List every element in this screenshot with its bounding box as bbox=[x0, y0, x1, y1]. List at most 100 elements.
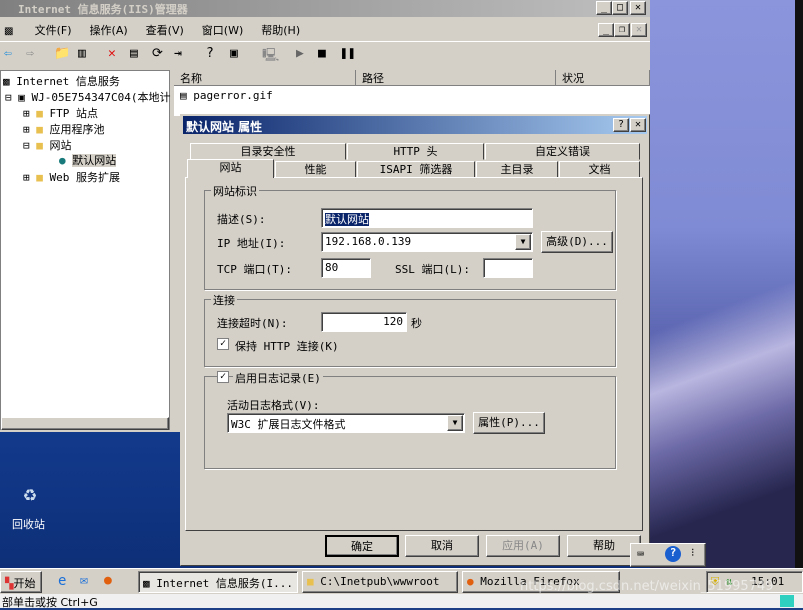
wallpaper-mountain bbox=[650, 210, 795, 568]
app-icon: ▩ bbox=[4, 26, 17, 37]
tab-documents[interactable]: 文档 bbox=[559, 161, 640, 178]
window-title: Internet 信息服务(IIS)管理器 bbox=[0, 0, 650, 17]
dialog-title: 默认网站 属性 bbox=[183, 116, 647, 134]
watermark: https://blog.csdn.net/weixin_51995749 bbox=[520, 579, 774, 594]
outlook-express-icon[interactable]: ✉ bbox=[80, 573, 88, 588]
tcp-port-input[interactable]: 80 bbox=[321, 258, 371, 278]
stop-icon[interactable]: ■ bbox=[318, 46, 326, 61]
column-name[interactable]: 名称 bbox=[174, 70, 356, 86]
cancel-button[interactable]: 取消 bbox=[405, 535, 479, 557]
chevron-down-icon[interactable]: ▼ bbox=[515, 234, 531, 250]
tab-home-directory[interactable]: 主目录 bbox=[476, 161, 558, 178]
tree-item-default-site[interactable]: ● 默认网站 bbox=[59, 152, 117, 168]
recycle-bin-label[interactable]: 回收站 bbox=[12, 516, 45, 532]
language-bar: ⌨ ? ⁝ bbox=[630, 543, 706, 567]
computer-icon[interactable]: 🖳 bbox=[262, 46, 279, 68]
log-format-select[interactable]: W3C 扩展日志文件格式 ▼ bbox=[227, 413, 465, 433]
tree-item-websites[interactable]: ⊟ ■ 网站 bbox=[23, 137, 72, 153]
list-item[interactable]: ▤ pagerror.gif bbox=[180, 89, 273, 102]
start-button[interactable]: ▚开始 bbox=[0, 571, 42, 593]
tab-custom-errors[interactable]: 自定义错误 bbox=[485, 143, 640, 160]
tree-item-web-extensions[interactable]: ⊞ ■ Web 服务扩展 bbox=[23, 169, 120, 185]
up-folder-icon[interactable]: 📁 bbox=[54, 46, 70, 61]
tab-website[interactable]: 网站 bbox=[187, 159, 274, 178]
tray-color-swatch bbox=[780, 595, 794, 607]
column-path[interactable]: 路径 bbox=[356, 70, 556, 86]
tree-item-ftp[interactable]: ⊞ ■ FTP 站点 bbox=[23, 105, 98, 121]
properties-icon[interactable]: ▤ bbox=[130, 46, 138, 61]
connection-legend: 连接 bbox=[211, 292, 237, 308]
action-pane-icon[interactable]: ▣ bbox=[230, 46, 238, 61]
tcp-port-label: TCP 端口(T): bbox=[217, 263, 292, 276]
help-icon[interactable]: ? bbox=[665, 546, 681, 562]
ssl-port-label: SSL 端口(L): bbox=[395, 263, 470, 276]
timeout-input[interactable]: 120 bbox=[321, 312, 407, 332]
dialog-close-button[interactable]: ✕ bbox=[630, 118, 646, 132]
pause-icon[interactable]: ❚❚ bbox=[340, 46, 356, 61]
logging-group: ✓ 启用日志记录(E) 活动日志格式(V): W3C 扩展日志文件格式 ▼ 属性(… bbox=[204, 370, 616, 469]
show-tree-icon[interactable]: ▥ bbox=[78, 46, 86, 61]
menu-window[interactable]: 窗口(W) bbox=[202, 24, 243, 37]
timeout-label: 连接超时(N): bbox=[217, 317, 288, 330]
enable-logging-checkbox[interactable]: ✓ bbox=[217, 371, 229, 383]
ip-address-select[interactable]: 192.168.0.139 ▼ bbox=[321, 232, 533, 252]
maximize-button[interactable]: □ bbox=[612, 1, 628, 15]
child-close-button[interactable]: ✕ bbox=[631, 23, 647, 37]
task-iis-manager[interactable]: ▩ Internet 信息服务(I... bbox=[138, 571, 298, 593]
firefox-icon[interactable]: ● bbox=[104, 573, 112, 588]
background-window-edge bbox=[795, 0, 803, 568]
task-explorer-wwwroot[interactable]: ■ C:\Inetpub\wwwroot bbox=[302, 571, 458, 593]
ie-icon[interactable]: e bbox=[58, 573, 66, 589]
tab-performance[interactable]: 性能 bbox=[275, 161, 356, 178]
tree-item-apppools[interactable]: ⊞ ■ 应用程序池 bbox=[23, 121, 105, 137]
forward-icon[interactable]: ⇨ bbox=[26, 46, 34, 61]
child-minimize-button[interactable]: _ bbox=[598, 23, 614, 37]
back-icon[interactable]: ⇦ bbox=[4, 46, 12, 61]
dialog-help-button[interactable]: ? bbox=[613, 118, 629, 132]
ip-label: IP 地址(I): bbox=[217, 237, 286, 250]
minimize-button[interactable]: _ bbox=[596, 1, 612, 15]
tree-pane: ▩ Internet 信息服务 ⊟ ▣ WJ-05E754347C04(本地计 … bbox=[0, 70, 170, 430]
tree-root[interactable]: ▩ Internet 信息服务 bbox=[3, 73, 120, 89]
menu-view[interactable]: 查看(V) bbox=[146, 24, 184, 37]
help-icon[interactable]: ? bbox=[206, 46, 214, 61]
keepalive-checkbox[interactable]: ✓ bbox=[217, 338, 229, 350]
toolbar: ⇦ ⇨ 📁 ▥ ✕ ▤ ⟳ ⇥? ▣ 🖳 ▶ ■ ❚❚ bbox=[0, 41, 650, 67]
description-input[interactable]: 默认网站 bbox=[321, 208, 533, 228]
delete-icon[interactable]: ✕ bbox=[108, 46, 116, 61]
tree-horizontal-scrollbar[interactable] bbox=[1, 417, 169, 430]
tab-http-headers[interactable]: HTTP 头 bbox=[347, 143, 484, 160]
menu-bar: ▩ 文件(F) 操作(A) 查看(V) 窗口(W) 帮助(H) bbox=[4, 22, 318, 38]
refresh-icon[interactable]: ⟳ bbox=[152, 46, 163, 61]
enable-logging-label[interactable]: 启用日志记录(E) bbox=[233, 370, 323, 386]
menu-action[interactable]: 操作(A) bbox=[90, 24, 128, 37]
identity-legend: 网站标识 bbox=[211, 183, 259, 199]
content-list: 名称 路径 状况 ▤ pagerror.gif bbox=[174, 70, 650, 116]
tab-directory-security[interactable]: 目录安全性 bbox=[190, 143, 346, 160]
keyboard-icon[interactable]: ⌨ bbox=[637, 547, 644, 561]
apply-button[interactable]: 应用(A) bbox=[486, 535, 560, 557]
status-text: 部单击或按 Ctrl+G bbox=[2, 596, 98, 609]
properties-dialog: 默认网站 属性 ? ✕ 目录安全性 HTTP 头 自定义错误 网站 性能 ISA… bbox=[180, 114, 650, 566]
log-format-label: 活动日志格式(V): bbox=[227, 399, 320, 412]
export-icon[interactable]: ⇥ bbox=[174, 46, 182, 61]
column-status[interactable]: 状况 bbox=[556, 70, 650, 86]
child-restore-button[interactable]: ❐ bbox=[614, 23, 630, 37]
options-icon[interactable]: ⁝ bbox=[691, 546, 695, 559]
connection-group: 连接 连接超时(N): 120 秒 ✓ 保持 HTTP 连接(K) bbox=[204, 292, 616, 367]
tree-server[interactable]: ⊟ ▣ WJ-05E754347C04(本地计 bbox=[5, 89, 170, 105]
ssl-port-input[interactable] bbox=[483, 258, 533, 278]
tab-isapi-filters[interactable]: ISAPI 筛选器 bbox=[357, 161, 475, 178]
play-icon[interactable]: ▶ bbox=[296, 46, 304, 61]
close-button[interactable]: ✕ bbox=[630, 1, 646, 15]
ok-button[interactable]: 确定 bbox=[325, 535, 399, 557]
menu-help[interactable]: 帮助(H) bbox=[261, 24, 300, 37]
timeout-unit: 秒 bbox=[411, 317, 422, 330]
keepalive-label[interactable]: 保持 HTTP 连接(K) bbox=[235, 338, 339, 354]
advanced-button[interactable]: 高级(D)... bbox=[541, 231, 613, 253]
identity-group: 网站标识 描述(S): 默认网站 IP 地址(I): 192.168.0.139… bbox=[204, 183, 616, 290]
log-properties-button[interactable]: 属性(P)... bbox=[473, 412, 545, 434]
chevron-down-icon[interactable]: ▼ bbox=[447, 415, 463, 431]
menu-file[interactable]: 文件(F) bbox=[35, 24, 72, 37]
recycle-bin-icon[interactable]: ♻ bbox=[14, 482, 46, 512]
